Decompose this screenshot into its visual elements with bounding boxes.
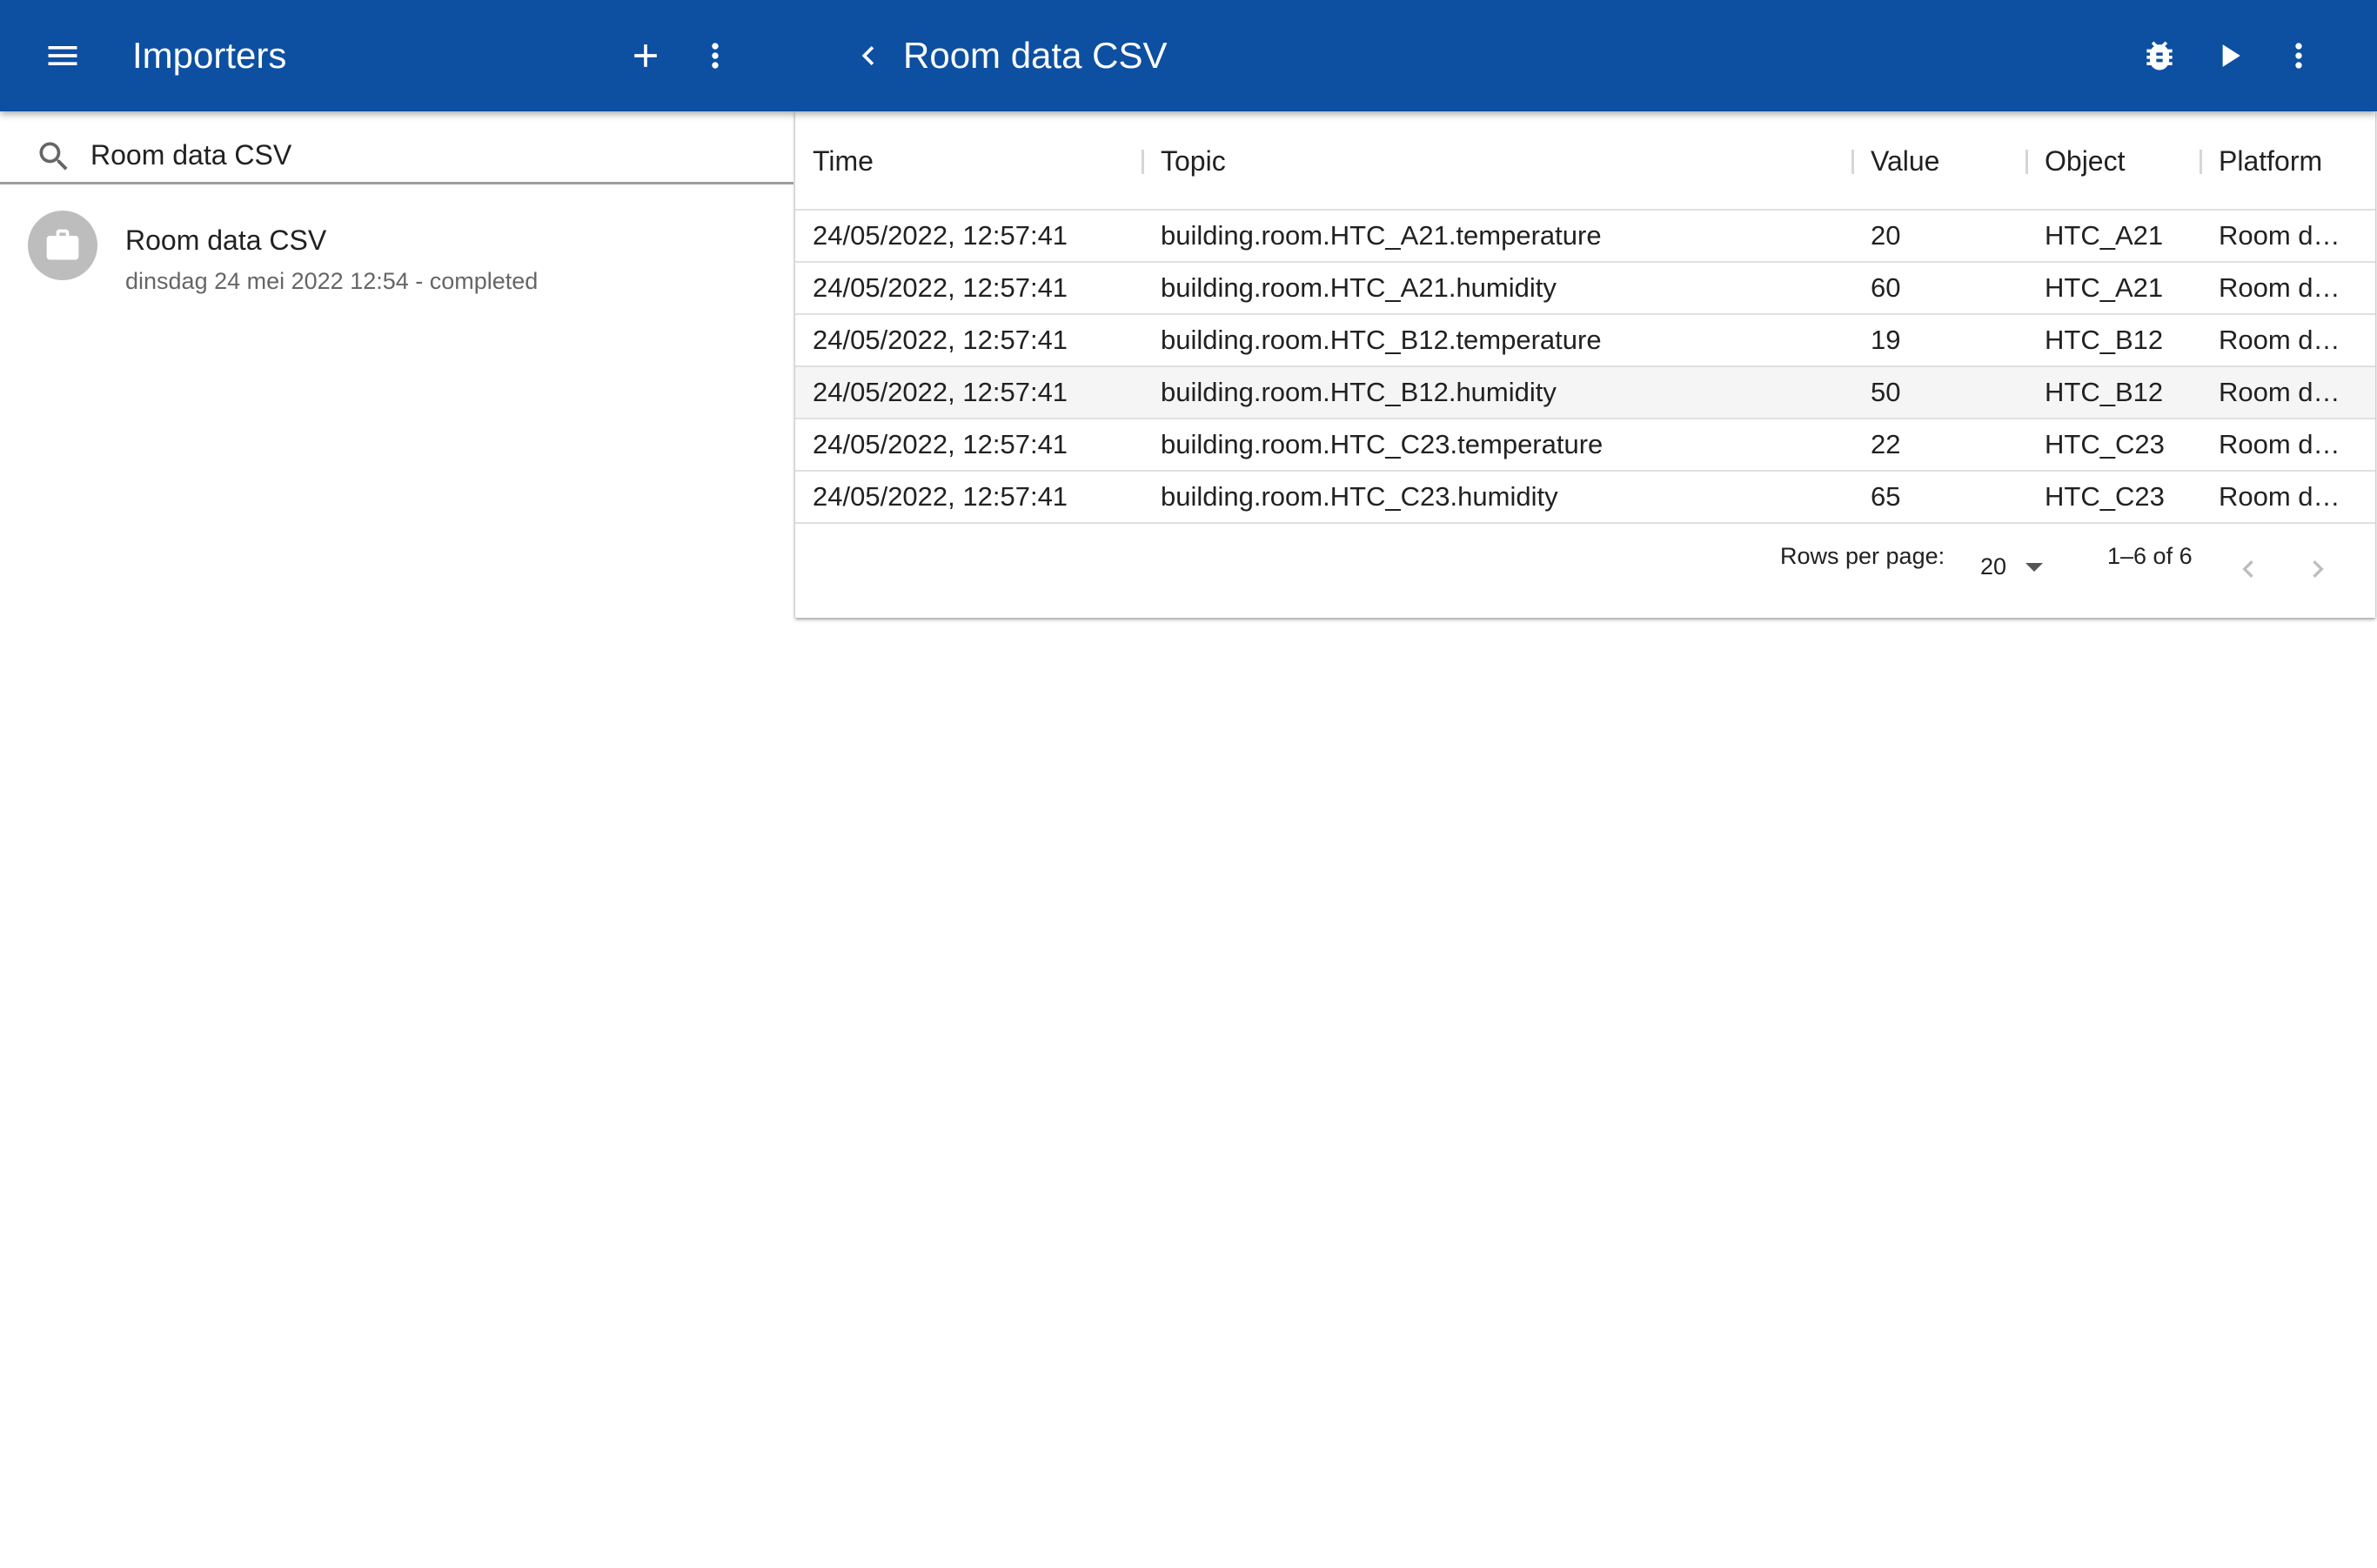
column-header-object[interactable]: Object (2045, 111, 2125, 211)
dropdown-arrow-icon (2025, 563, 2043, 572)
cell-object: HTC_B12 (2045, 377, 2164, 407)
more-vert-icon (2295, 43, 2302, 69)
rows-per-page-select[interactable]: 20 (1980, 545, 2053, 588)
importers-title: Importers (132, 35, 287, 76)
debug-button[interactable] (2125, 21, 2194, 90)
data-table: Time Topic Value Object Platform 24/05/2… (795, 111, 2375, 618)
cell-value: 19 (1871, 325, 1901, 355)
column-separator[interactable] (2200, 150, 2202, 174)
bug-icon (2146, 41, 2173, 70)
column-header-time[interactable]: Time (813, 111, 874, 211)
cell-time: 24/05/2022, 12:57:41 (813, 325, 1068, 355)
table-row[interactable]: 24/05/2022, 12:57:41 building.room.HTC_A… (795, 263, 2375, 315)
cell-value: 60 (1871, 272, 1901, 303)
cell-topic: building.room.HTC_C23.humidity (1161, 481, 1558, 512)
app-bar: Importers Room data CSV (0, 0, 2377, 111)
cell-platform: Room data CSV (2219, 220, 2349, 251)
table-row[interactable]: 24/05/2022, 12:57:41 building.room.HTC_A… (795, 211, 2375, 263)
table-row-hovered[interactable]: 24/05/2022, 12:57:41 building.room.HTC_B… (795, 367, 2375, 419)
menu-button[interactable] (28, 21, 97, 90)
avatar (28, 211, 97, 280)
search-input[interactable] (90, 129, 769, 181)
cell-topic: building.room.HTC_A21.temperature (1161, 220, 1602, 251)
run-button[interactable] (2194, 21, 2264, 90)
cell-topic: building.room.HTC_B12.temperature (1161, 325, 1602, 355)
cell-object: HTC_A21 (2045, 220, 2164, 251)
column-header-topic[interactable]: Topic (1161, 111, 1226, 211)
importer-status: dinsdag 24 mei 2022 12:54 - completed (125, 268, 539, 294)
table-row[interactable]: 24/05/2022, 12:57:41 building.room.HTC_C… (795, 472, 2375, 524)
cell-time: 24/05/2022, 12:57:41 (813, 377, 1068, 407)
search-icon (35, 137, 73, 176)
cell-object: HTC_B12 (2045, 325, 2164, 355)
cell-time: 24/05/2022, 12:57:41 (813, 220, 1068, 251)
cell-topic: building.room.HTC_B12.humidity (1161, 377, 1557, 407)
cell-object: HTC_C23 (2045, 429, 2165, 459)
importer-list-item[interactable]: Room data CSV dinsdag 24 mei 2022 12:54 … (0, 202, 793, 306)
importer-name: Room data CSV (125, 224, 327, 256)
cell-topic: building.room.HTC_A21.humidity (1161, 272, 1557, 303)
cell-platform: Room data CSV (2219, 429, 2349, 459)
detail-title: Room data CSV (903, 35, 1168, 76)
column-separator[interactable] (2025, 150, 2028, 174)
back-button[interactable] (834, 21, 903, 90)
cell-platform: Room data CSV (2219, 377, 2349, 407)
rows-per-page-label: Rows per page: (1780, 543, 1945, 569)
cell-topic: building.room.HTC_C23.temperature (1161, 429, 1604, 459)
table-header: Time Topic Value Object Platform (795, 111, 2375, 211)
column-header-platform[interactable]: Platform (2219, 111, 2322, 211)
cell-object: HTC_C23 (2045, 481, 2165, 512)
cell-platform: Room data CSV (2219, 481, 2349, 512)
add-icon (634, 44, 657, 67)
column-header-value[interactable]: Value (1871, 111, 1939, 211)
next-page-button[interactable] (2292, 543, 2344, 595)
cell-platform: Room data CSV (2219, 272, 2349, 303)
menu-icon (48, 46, 77, 65)
column-separator[interactable] (1851, 150, 1854, 174)
cell-time: 24/05/2022, 12:57:41 (813, 481, 1068, 512)
chevron-left-icon (861, 46, 874, 65)
chevron-left-icon (2242, 560, 2253, 578)
cell-time: 24/05/2022, 12:57:41 (813, 429, 1068, 459)
cell-value: 50 (1871, 377, 1901, 407)
chevron-right-icon (2313, 560, 2324, 578)
search-bar (0, 111, 793, 184)
cell-value: 20 (1871, 220, 1901, 251)
cell-time: 24/05/2022, 12:57:41 (813, 272, 1068, 303)
cell-object: HTC_A21 (2045, 272, 2164, 303)
importers-more-button[interactable] (680, 21, 750, 90)
add-importer-button[interactable] (611, 21, 680, 90)
play-icon (2222, 44, 2240, 67)
cell-value: 22 (1871, 429, 1901, 459)
table-pagination: Rows per page: 20 1–6 of 6 (795, 526, 2375, 616)
rows-per-page-value: 20 (1980, 553, 2007, 580)
table-row[interactable]: 24/05/2022, 12:57:41 building.room.HTC_C… (795, 419, 2375, 472)
pagination-range: 1–6 of 6 (2107, 543, 2193, 569)
previous-page-button[interactable] (2222, 543, 2274, 595)
briefcase-icon (46, 229, 79, 260)
more-vert-icon (712, 43, 719, 69)
detail-more-button[interactable] (2264, 21, 2333, 90)
cell-platform: Room data CSV (2219, 325, 2349, 355)
table-row[interactable]: 24/05/2022, 12:57:41 building.room.HTC_B… (795, 315, 2375, 367)
cell-value: 65 (1871, 481, 1901, 512)
column-separator[interactable] (1142, 150, 1144, 174)
